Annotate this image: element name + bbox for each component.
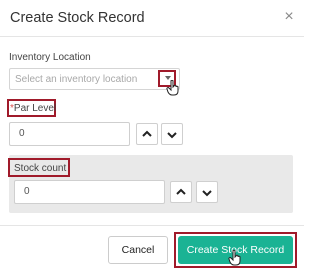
pointer-cursor-icon [166,80,180,96]
pointer-cursor-icon [228,250,242,266]
inventory-location-placeholder: Select an inventory location [15,74,138,85]
header-divider [0,36,304,37]
par-level-label-text: Par Level [13,103,57,114]
inventory-location-select[interactable]: Select an inventory location [9,68,180,90]
cancel-button[interactable]: Cancel [108,236,168,264]
close-icon[interactable]: × [282,9,296,25]
par-level-increment-button[interactable] [136,123,158,145]
stock-count-decrement-button[interactable] [196,181,218,203]
stock-count-input[interactable]: 0 [14,180,165,204]
chevron-up-icon [142,130,152,137]
stock-count-label: Stock count [14,163,67,174]
stock-count-increment-button[interactable] [170,181,192,203]
par-level-label: *Par Level [10,103,56,114]
chevron-down-icon [167,132,177,139]
inventory-location-label: Inventory Location [9,52,91,63]
chevron-up-icon [176,188,186,195]
dialog-title: Create Stock Record [10,10,145,26]
par-level-decrement-button[interactable] [161,123,183,145]
chevron-down-icon [202,190,212,197]
footer-divider [0,225,304,226]
par-level-input[interactable]: 0 [9,122,130,146]
